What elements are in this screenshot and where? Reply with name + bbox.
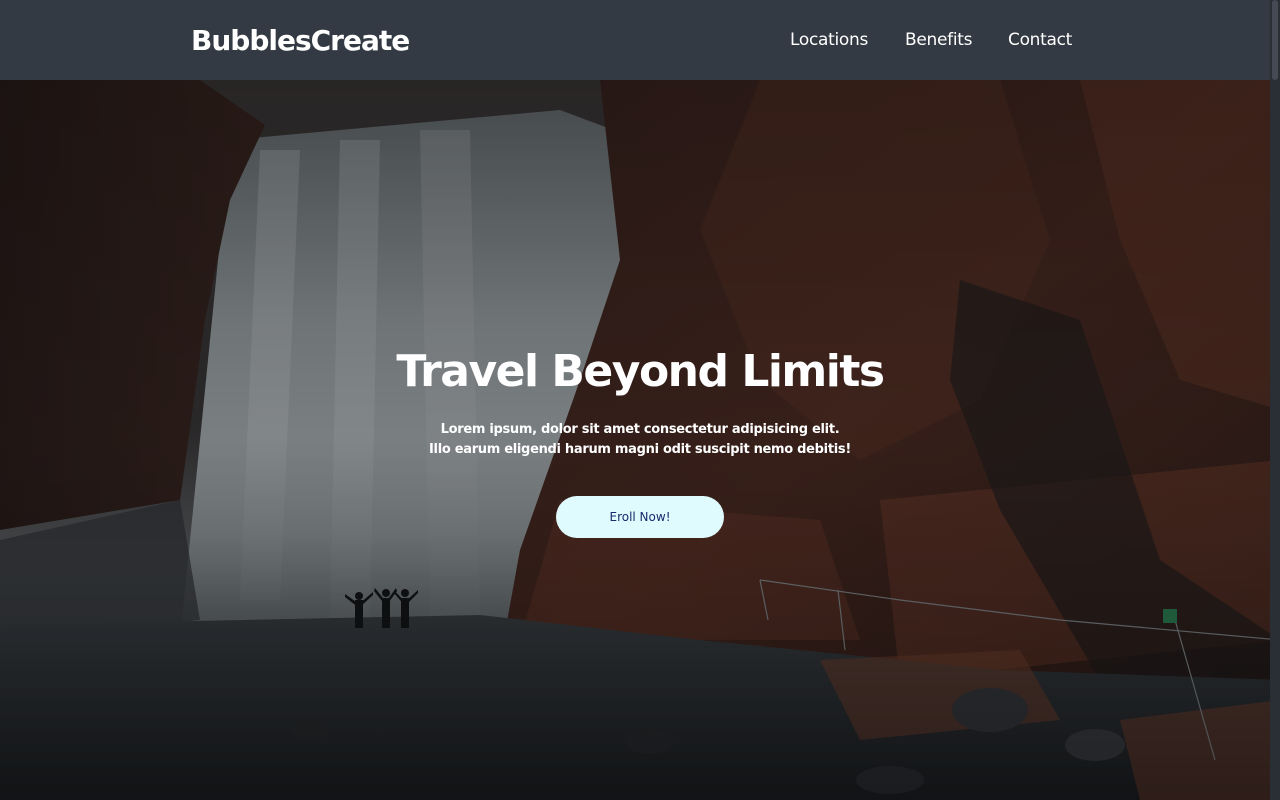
nav-link-contact[interactable]: Contact: [1008, 29, 1072, 51]
navbar: BubblesCreate Locations Benefits Contact: [0, 0, 1270, 80]
hero-title: Travel Beyond Limits: [396, 346, 885, 397]
hero-subtitle-line: Lorem ipsum, dolor sit amet consectetur …: [440, 422, 840, 437]
hero-subtitle-line: Illo earum eligendi harum magni odit sus…: [429, 442, 851, 457]
page-scrollbar[interactable]: [1270, 0, 1280, 800]
nav-link-locations[interactable]: Locations: [790, 29, 868, 51]
nav-link-benefits[interactable]: Benefits: [905, 29, 972, 51]
enroll-now-button[interactable]: Eroll Now!: [556, 496, 724, 538]
brand-logo[interactable]: BubblesCreate: [191, 22, 410, 60]
hero-subtitle: Lorem ipsum, dolor sit amet consectetur …: [0, 420, 1280, 460]
hero-content: Travel Beyond Limits Lorem ipsum, dolor …: [0, 80, 1280, 800]
scrollbar-thumb[interactable]: [1272, 0, 1278, 80]
hero-section: Travel Beyond Limits Lorem ipsum, dolor …: [0, 80, 1280, 800]
